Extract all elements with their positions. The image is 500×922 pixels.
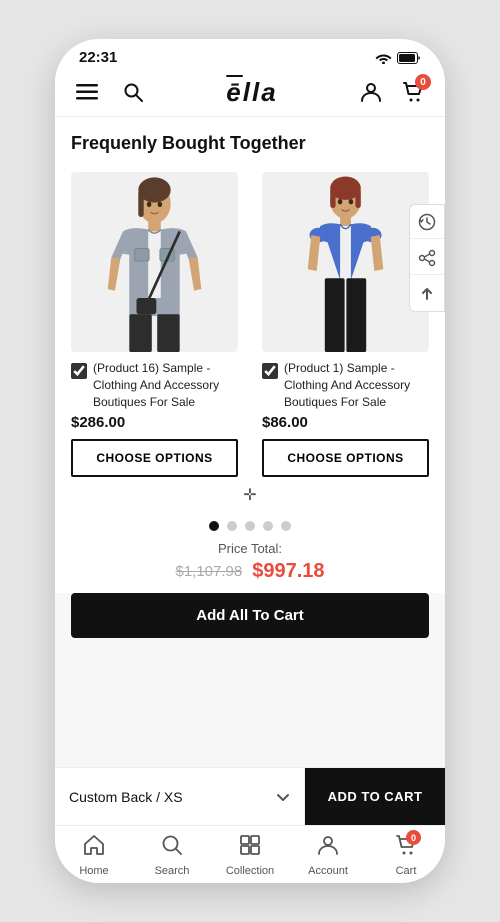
wifi-icon <box>375 52 392 64</box>
menu-button[interactable] <box>71 76 103 108</box>
discounted-price: $997.18 <box>252 560 324 583</box>
header-right: 0 <box>355 76 429 108</box>
product-image-1 <box>71 172 238 352</box>
bottom-nav: Home Search Collection <box>55 825 445 883</box>
search-nav-icon <box>161 834 183 862</box>
home-icon <box>83 834 105 862</box>
product-1-choose-button[interactable]: CHOOSE OPTIONS <box>71 439 238 477</box>
add-to-cart-button[interactable]: ADD TO CART <box>305 768 445 825</box>
plus-separator: ✛ <box>55 485 445 509</box>
product-card-1: (Product 16) Sample - Clothing And Acces… <box>63 164 246 485</box>
share-action-button[interactable] <box>410 241 444 275</box>
product-image-2 <box>262 172 429 352</box>
brand-logo: ēlla <box>226 77 277 108</box>
status-icons <box>375 52 421 64</box>
bottom-action-bar: Custom Back / XS ADD TO CART <box>55 767 445 825</box>
status-time: 22:31 <box>79 49 117 66</box>
main-content: Frequenly Bought Together <box>55 117 445 767</box>
cart-header-button[interactable]: 0 <box>397 76 429 108</box>
product-2-name: (Product 1) Sample - Clothing And Access… <box>284 360 429 410</box>
account-header-button[interactable] <box>355 76 387 108</box>
status-bar: 22:31 <box>55 39 445 70</box>
dot-3[interactable] <box>245 521 255 531</box>
nav-home[interactable]: Home <box>55 826 133 883</box>
scroll-top-action-button[interactable] <box>410 277 444 311</box>
dot-4[interactable] <box>263 521 273 531</box>
product-2-price: $86.00 <box>262 414 429 431</box>
nav-account-label: Account <box>308 865 348 877</box>
battery-icon <box>397 52 421 64</box>
product-2-checkbox[interactable] <box>262 363 278 379</box>
pagination-dots <box>55 509 445 535</box>
nav-account[interactable]: Account <box>289 826 367 883</box>
product-1-checkbox[interactable] <box>71 363 87 379</box>
nav-home-label: Home <box>79 865 108 877</box>
grid-icon <box>239 834 261 862</box>
nav-search[interactable]: Search <box>133 826 211 883</box>
logo-overline: ē <box>226 77 242 107</box>
dot-5[interactable] <box>281 521 291 531</box>
nav-collection[interactable]: Collection <box>211 826 289 883</box>
side-actions <box>409 204 445 312</box>
chevron-down-icon <box>276 790 290 804</box>
nav-search-label: Search <box>155 865 190 877</box>
product-1-checkbox-row: (Product 16) Sample - Clothing And Acces… <box>71 360 238 410</box>
price-total-label: Price Total: <box>55 535 445 558</box>
product-1-name: (Product 16) Sample - Clothing And Acces… <box>93 360 238 410</box>
history-action-button[interactable] <box>410 205 444 239</box>
dot-2[interactable] <box>227 521 237 531</box>
dot-1[interactable] <box>209 521 219 531</box>
product-1-price: $286.00 <box>71 414 238 431</box>
search-header-button[interactable] <box>117 76 149 108</box>
custom-back-button[interactable]: Custom Back / XS <box>55 768 305 825</box>
cart-badge: 0 <box>415 74 431 90</box>
cart-nav-icon: 0 <box>395 834 417 862</box>
nav-cart-label: Cart <box>396 865 417 877</box>
original-price: $1,107.98 <box>175 563 242 580</box>
product-2-checkbox-row: (Product 1) Sample - Clothing And Access… <box>262 360 429 410</box>
cart-nav-badge: 0 <box>406 830 421 845</box>
header-left <box>71 76 149 108</box>
custom-back-label: Custom Back / XS <box>69 789 183 805</box>
account-nav-icon <box>317 834 339 862</box>
section-title: Frequenly Bought Together <box>55 117 445 164</box>
nav-collection-label: Collection <box>226 865 274 877</box>
add-all-to-cart-button[interactable]: Add All To Cart <box>71 593 429 638</box>
prices-row: $1,107.98 $997.18 <box>55 558 445 593</box>
header: ēlla 0 <box>55 70 445 117</box>
nav-cart[interactable]: 0 Cart <box>367 826 445 883</box>
product-2-choose-button[interactable]: CHOOSE OPTIONS <box>262 439 429 477</box>
products-row: (Product 16) Sample - Clothing And Acces… <box>55 164 445 485</box>
